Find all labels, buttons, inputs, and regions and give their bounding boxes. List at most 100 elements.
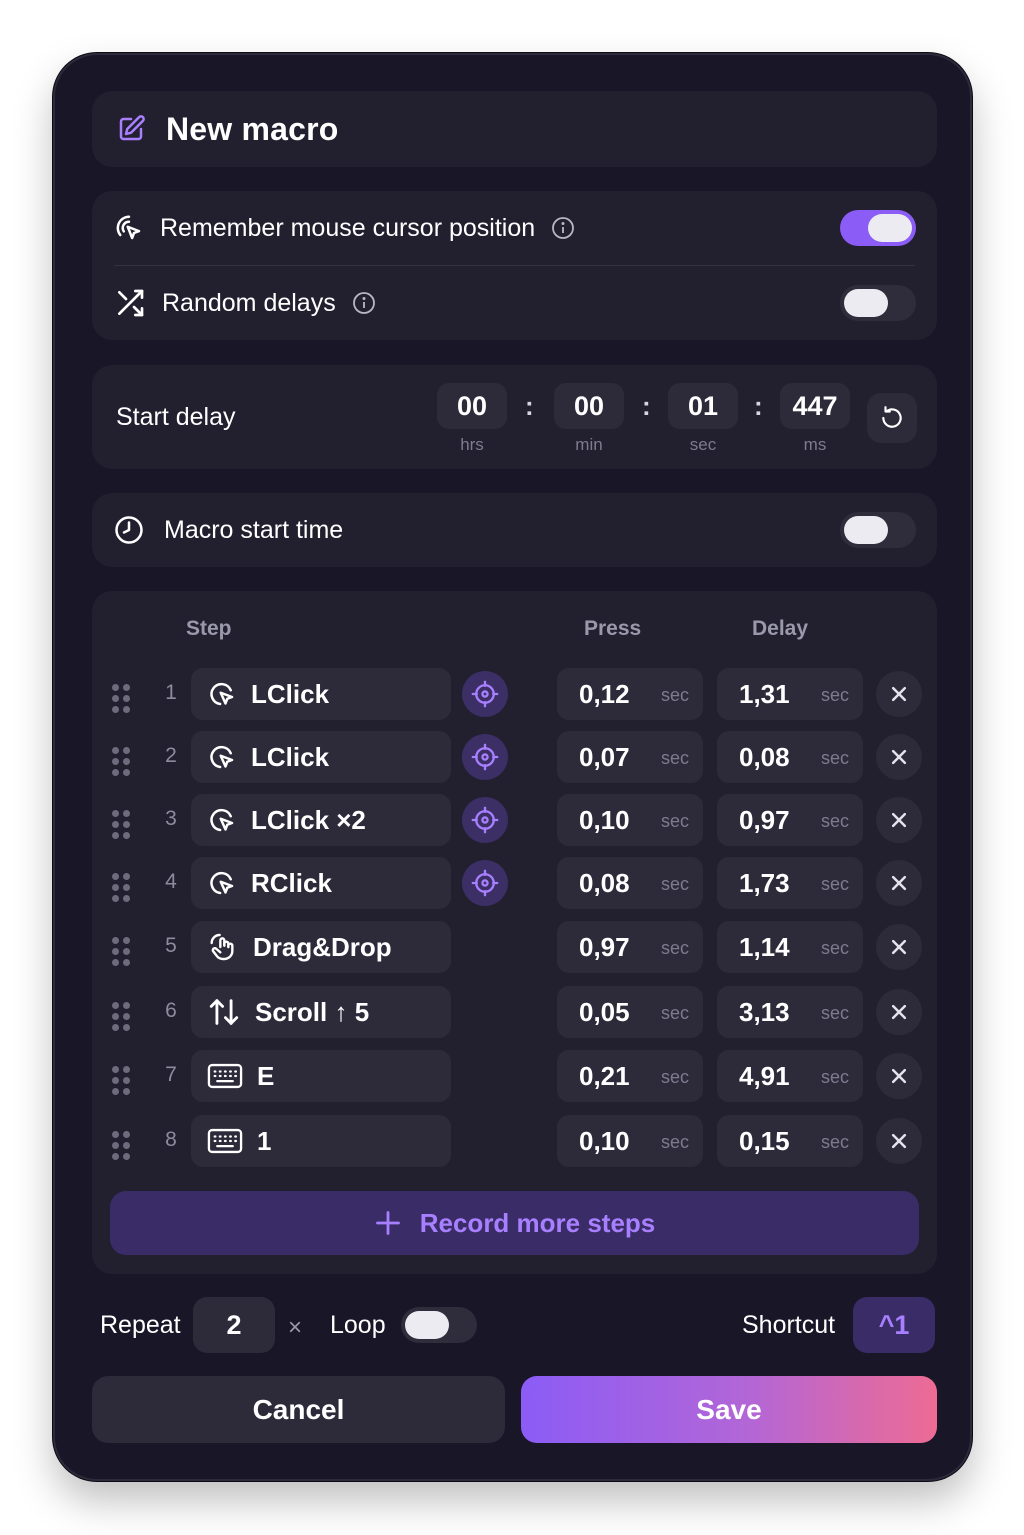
delay-unit: sec [820, 1067, 849, 1087]
step-action-button[interactable]: LClick [191, 668, 451, 720]
press-unit: sec [660, 685, 689, 705]
step-action-button[interactable]: RClick [191, 857, 451, 909]
press-unit: sec [660, 811, 689, 831]
minutes-input[interactable]: 00 [554, 383, 624, 429]
delay-duration-input[interactable]: 1,31 sec [717, 668, 863, 720]
seconds-input[interactable]: 01 [668, 383, 738, 429]
times-symbol: × [288, 1314, 303, 1341]
cancel-button[interactable]: Cancel [92, 1376, 505, 1443]
delay-duration-input[interactable]: 1,73 sec [717, 857, 863, 909]
close-icon [889, 1131, 909, 1151]
press-unit: sec [660, 938, 689, 958]
drag-handle-icon[interactable] [112, 810, 130, 839]
press-duration-input[interactable]: 0,10 sec [557, 1115, 703, 1167]
toggle-knob [844, 289, 888, 317]
delay-duration-input[interactable]: 4,91 sec [717, 1050, 863, 1102]
remove-step-button[interactable] [876, 797, 922, 843]
info-icon[interactable] [551, 216, 575, 240]
press-duration-input[interactable]: 0,12 sec [557, 668, 703, 720]
steps-table: Step Press Delay 1 LClick 0,12 sec 1,31 sec 2 L… [92, 591, 937, 1274]
close-icon [889, 1002, 909, 1022]
pick-position-button[interactable] [462, 671, 508, 717]
remove-step-button[interactable] [876, 671, 922, 717]
hours-input[interactable]: 00 [437, 383, 507, 429]
press-value: 0,08 [579, 868, 630, 898]
press-duration-input[interactable]: 0,21 sec [557, 1050, 703, 1102]
press-duration-input[interactable]: 0,97 sec [557, 921, 703, 973]
press-duration-input[interactable]: 0,07 sec [557, 731, 703, 783]
remove-step-button[interactable] [876, 860, 922, 906]
delay-value: 0,15 [739, 1126, 790, 1156]
reset-icon [882, 406, 902, 428]
pick-position-button[interactable] [462, 734, 508, 780]
drag-handle-icon[interactable] [112, 1066, 130, 1095]
shortcut-label: Shortcut [742, 1311, 836, 1339]
delay-duration-input[interactable]: 0,15 sec [717, 1115, 863, 1167]
step-number: 8 [165, 1128, 177, 1151]
delay-duration-input[interactable]: 1,14 sec [717, 921, 863, 973]
keyboard-icon [207, 1061, 243, 1091]
drag-handle-icon[interactable] [112, 1131, 130, 1160]
delay-duration-input[interactable]: 0,97 sec [717, 794, 863, 846]
info-icon[interactable] [352, 291, 376, 315]
press-duration-input[interactable]: 0,10 sec [557, 794, 703, 846]
drag-handle-icon[interactable] [112, 1002, 130, 1031]
step-action-button[interactable]: LClick ×2 [191, 794, 451, 846]
delay-value: 1,31 [739, 679, 790, 709]
press-duration-input[interactable]: 0,08 sec [557, 857, 703, 909]
close-icon [889, 937, 909, 957]
repeat-count-input[interactable]: 2 [193, 1297, 275, 1353]
drag-handle-icon[interactable] [112, 747, 130, 776]
record-more-steps-button[interactable]: Record more steps [110, 1191, 919, 1255]
delay-unit: sec [820, 748, 849, 768]
remove-step-button[interactable] [876, 734, 922, 780]
edit-icon [119, 115, 145, 141]
close-icon [889, 747, 909, 767]
press-duration-input[interactable]: 0,05 sec [557, 986, 703, 1038]
delay-unit: sec [820, 811, 849, 831]
remove-step-button[interactable] [876, 924, 922, 970]
crosshair-icon [471, 806, 499, 834]
remove-step-button[interactable] [876, 1053, 922, 1099]
step-action-label: Drag&Drop [253, 931, 392, 962]
step-number: 5 [165, 934, 177, 957]
reset-delay-button[interactable] [867, 393, 917, 443]
delay-duration-input[interactable]: 0,08 sec [717, 731, 863, 783]
step-action-button[interactable]: LClick [191, 731, 451, 783]
start-delay-label: Start delay [116, 403, 236, 431]
delay-duration-input[interactable]: 3,13 sec [717, 986, 863, 1038]
press-value: 0,10 [579, 1126, 630, 1156]
drag-handle-icon[interactable] [112, 684, 130, 713]
step-number: 7 [165, 1063, 177, 1086]
pick-position-button[interactable] [462, 860, 508, 906]
remember-cursor-toggle[interactable] [840, 210, 916, 246]
start-delay-panel: Start delay 00 hrs : 00 min : 01 sec : 4… [92, 365, 937, 469]
toggle-knob [868, 214, 912, 242]
cursor-position-icon [116, 215, 141, 240]
step-action-button[interactable]: Drag&Drop [191, 921, 451, 973]
press-value: 0,07 [579, 742, 630, 772]
ms-input[interactable]: 447 [780, 383, 850, 429]
press-value: 0,12 [579, 679, 630, 709]
step-action-button[interactable]: Scroll ↑ 5 [191, 986, 451, 1038]
shortcut-key-button[interactable]: ^1 [853, 1297, 935, 1353]
delay-column-header: Delay [752, 617, 809, 640]
remove-step-button[interactable] [876, 1118, 922, 1164]
step-action-label: E [257, 1060, 275, 1091]
time-separator: : [642, 391, 651, 421]
random-delays-toggle[interactable] [840, 285, 916, 321]
delay-value: 0,97 [739, 805, 790, 835]
settings-panel: Remember mouse cursor position Random de… [92, 191, 937, 340]
delay-value: 0,08 [739, 742, 790, 772]
pick-position-button[interactable] [462, 797, 508, 843]
macro-start-time-row: Macro start time [92, 493, 937, 567]
step-action-button[interactable]: E [191, 1050, 451, 1102]
crosshair-icon [471, 680, 499, 708]
drag-handle-icon[interactable] [112, 873, 130, 902]
macro-start-time-toggle[interactable] [840, 512, 916, 548]
step-action-button[interactable]: 1 [191, 1115, 451, 1167]
save-button[interactable]: Save [521, 1376, 937, 1443]
drag-handle-icon[interactable] [112, 937, 130, 966]
remove-step-button[interactable] [876, 989, 922, 1035]
loop-toggle[interactable] [401, 1307, 477, 1343]
